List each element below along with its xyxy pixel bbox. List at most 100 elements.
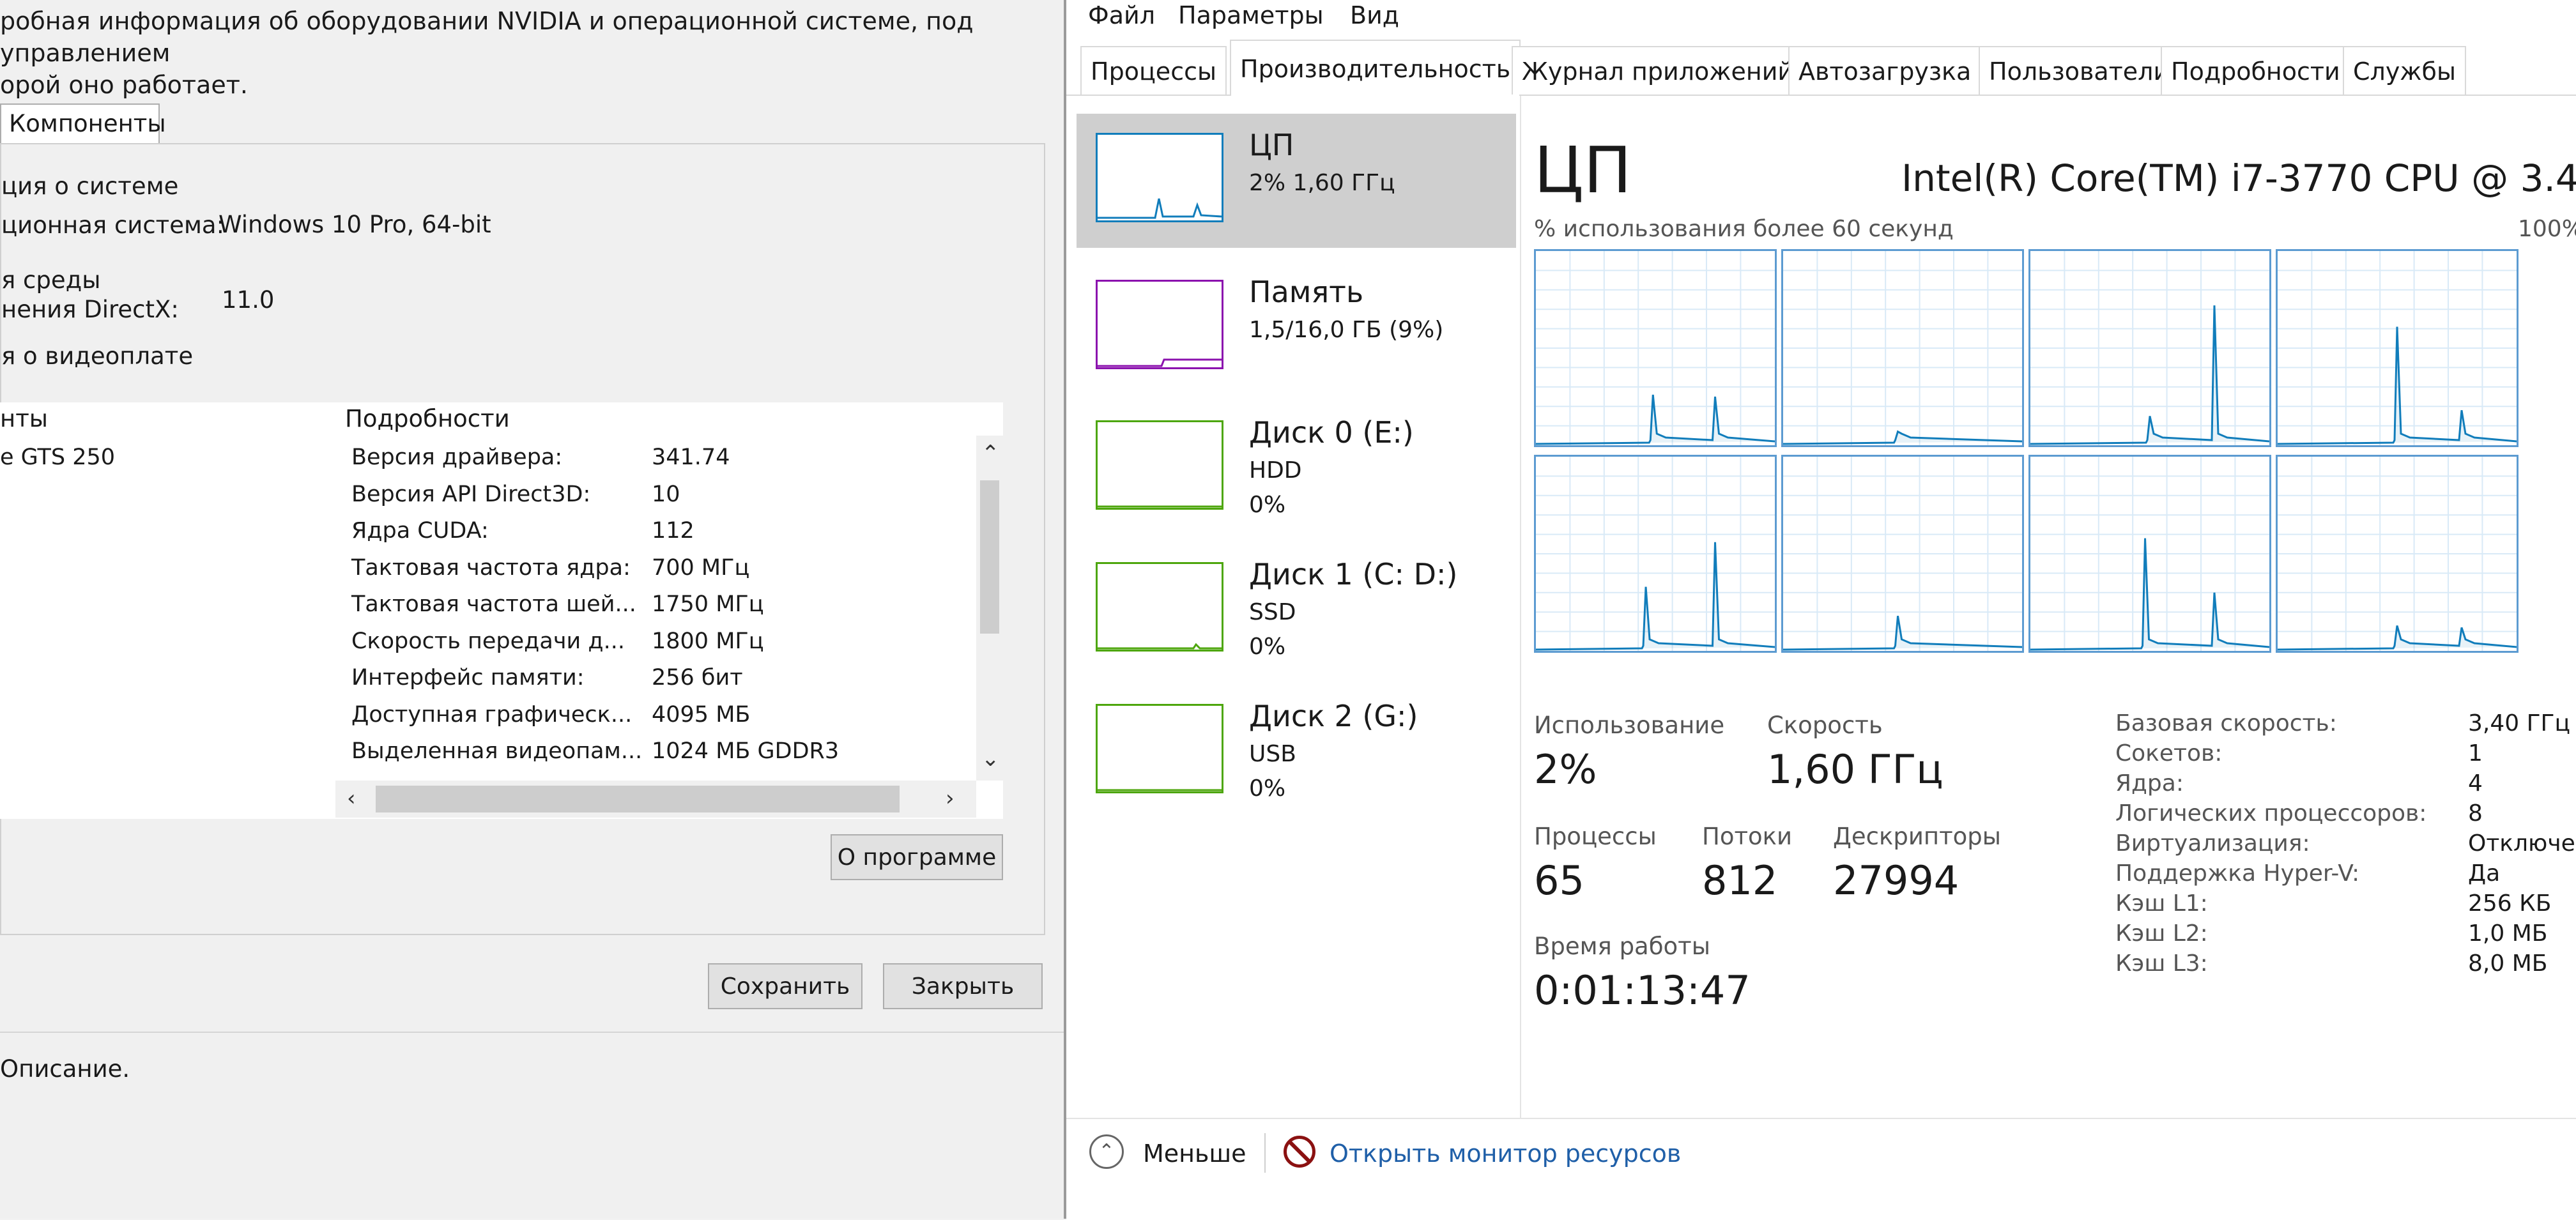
menu-options[interactable]: Параметры — [1178, 1, 1324, 29]
logical-processor-graph — [2028, 455, 2271, 653]
detail-value: 700 МГц — [652, 554, 750, 581]
open-resource-monitor-link[interactable]: Открыть монитор ресурсов — [1330, 1140, 1681, 1168]
cpu-usage-chart — [1783, 457, 2022, 651]
detail-value: 4095 МБ — [652, 701, 751, 728]
spec-value: 3,40 ГГц — [2468, 710, 2571, 736]
tab-users[interactable]: Пользователи — [1979, 46, 2180, 95]
close-button[interactable]: Закрыть — [883, 963, 1043, 1009]
detail-key: Версия драйвера: — [351, 445, 563, 470]
detail-key: Скорость передачи д... — [351, 628, 625, 654]
sidebar-thumbnail-graph — [1096, 280, 1223, 369]
cpu-usage-chart — [1536, 251, 1775, 445]
detail-row[interactable]: Доступная графическ... 4095 МБ — [351, 702, 990, 738]
sidebar-item-usage: 0% — [1249, 634, 1286, 660]
sidebar-thumbnail-graph — [1096, 562, 1223, 652]
scrollbar-thumb[interactable] — [376, 786, 900, 812]
sidebar-item-name: Диск 0 (E:) — [1249, 415, 1414, 450]
directx-value: 11.0 — [222, 286, 275, 314]
threads-label: Потоки — [1702, 823, 1793, 850]
tab-processes[interactable]: Процессы — [1080, 46, 1227, 95]
thumbnail-line — [1098, 789, 1222, 791]
thumbnail-line — [1098, 358, 1222, 367]
spec-key: Кэш L3: — [2115, 950, 2208, 977]
system-group-label: ция о системе — [1, 172, 179, 200]
spec-key: Логических процессоров: — [2115, 800, 2427, 827]
cpu-usage-chart — [2030, 457, 2269, 651]
sidebar-item-detail: SSD — [1249, 599, 1296, 625]
sidebar-item-disk2[interactable]: Диск 2 (G:) USB 0% — [1077, 685, 1516, 819]
about-button[interactable]: О программе — [831, 834, 1003, 880]
detail-value: 256 бит — [652, 665, 743, 690]
usage-line — [1783, 430, 2022, 445]
detail-row[interactable]: Версия API Direct3D: 10 — [351, 482, 990, 517]
spec-key: Сокетов: — [2115, 740, 2223, 766]
sidebar-item-memory[interactable]: Память 1,5/16,0 ГБ (9%) — [1077, 261, 1516, 395]
sidebar-item-cpu[interactable]: ЦП 2% 1,60 ГГц — [1077, 114, 1516, 248]
sidebar-thumbnail-graph — [1096, 704, 1223, 793]
usage-line — [2030, 538, 2269, 651]
fewer-details-button[interactable]: Меньше — [1143, 1140, 1246, 1168]
logical-processor-graph — [1534, 249, 1777, 447]
cpu-usage-chart — [2030, 251, 2269, 445]
usage-value: 2% — [1534, 746, 1597, 793]
detail-value: 341.74 — [652, 445, 730, 470]
thumbnail-line — [1098, 505, 1222, 508]
menu-file[interactable]: Файл — [1088, 1, 1155, 29]
detail-key: Доступная графическ... — [351, 701, 632, 728]
sidebar-item-disk0[interactable]: Диск 0 (E:) HDD 0% — [1077, 401, 1516, 535]
speed-value: 1,60 ГГц — [1767, 746, 1943, 793]
detail-row[interactable]: Интерфейс памяти: 256 бит — [351, 665, 990, 701]
tab-details[interactable]: Подробности — [2161, 46, 2350, 95]
spec-key: Кэш L2: — [2115, 920, 2208, 947]
device-item[interactable]: e GTS 250 — [0, 445, 115, 470]
menu-bar: Файл Параметры Вид — [1066, 0, 2576, 40]
tab-startup[interactable]: Автозагрузка — [1788, 46, 1982, 95]
detail-row[interactable]: Тактовая частота ядра: 700 МГц — [351, 555, 990, 591]
scroll-right-icon[interactable]: › — [946, 786, 954, 811]
detail-value: 112 — [652, 518, 694, 544]
resource-monitor-icon[interactable] — [1284, 1136, 1315, 1168]
description-text: робная информация об оборудовании NVIDIA… — [0, 7, 974, 99]
horizontal-scrollbar[interactable]: ‹ › — [335, 781, 976, 818]
sidebar-item-name: Диск 1 (C: D:) — [1249, 557, 1458, 591]
menu-view[interactable]: Вид — [1350, 1, 1399, 29]
logical-processor-graph — [1781, 249, 2024, 447]
os-label: ционная система: — [1, 211, 225, 239]
sidebar-item-disk1[interactable]: Диск 1 (C: D:) SSD 0% — [1077, 543, 1516, 677]
tab-app-history[interactable]: Журнал приложений — [1512, 46, 1804, 95]
nvidia-system-info-window: робная информация об оборудовании NVIDIA… — [0, 0, 1064, 1219]
performance-sidebar: ЦП 2% 1,60 ГГц Память 1,5/16,0 ГБ (9%) Диск … — [1066, 96, 1521, 1118]
scroll-up-icon[interactable]: ⌃ — [981, 441, 1000, 466]
logical-processor-graph — [2276, 455, 2518, 653]
col-details-header: Подробности — [345, 405, 510, 432]
tab-services[interactable]: Службы — [2343, 46, 2466, 95]
chevron-up-icon[interactable]: ⌃ — [1089, 1134, 1124, 1169]
sidebar-item-usage: 0% — [1249, 775, 1286, 802]
sidebar-item-usage: 0% — [1249, 492, 1286, 518]
detail-row[interactable]: Версия драйвера: 341.74 — [351, 445, 990, 480]
detail-row[interactable]: Ядра CUDA: 112 — [351, 518, 990, 554]
usage-line — [1783, 616, 2022, 651]
threads-value: 812 — [1702, 857, 1778, 904]
detail-row[interactable]: Тактовая частота шей... 1750 МГц — [351, 591, 990, 627]
detail-value: 1800 МГц — [652, 628, 764, 654]
detail-key: Тактовая частота ядра: — [351, 554, 631, 581]
usage-line — [1536, 542, 1775, 651]
spec-value: Да — [2468, 860, 2501, 887]
device-list[interactable]: e GTS 250 — [0, 436, 335, 819]
col-components-header: нты — [0, 405, 48, 432]
detail-row[interactable]: Скорость передачи д... 1800 МГц — [351, 629, 990, 664]
cpu-usage-chart — [1536, 457, 1775, 651]
detail-value: 10 — [652, 481, 680, 507]
scroll-down-icon[interactable]: ⌄ — [981, 746, 1000, 772]
detail-row[interactable]: Выделенная видеопам... 1024 МБ GDDR3 — [351, 738, 990, 774]
scrollbar-thumb[interactable] — [980, 480, 999, 634]
scroll-left-icon[interactable]: ‹ — [347, 786, 356, 811]
spec-key: Виртуализация: — [2115, 830, 2310, 857]
tab-components[interactable]: Компоненты — [0, 103, 166, 143]
save-button[interactable]: Сохранить — [708, 963, 862, 1009]
spec-key: Поддержка Hyper-V: — [2115, 860, 2360, 887]
tab-performance[interactable]: Производительность — [1230, 40, 1521, 96]
detail-value: 1750 МГц — [652, 591, 764, 617]
vertical-scrollbar[interactable]: ⌃ ⌄ — [976, 436, 1003, 781]
